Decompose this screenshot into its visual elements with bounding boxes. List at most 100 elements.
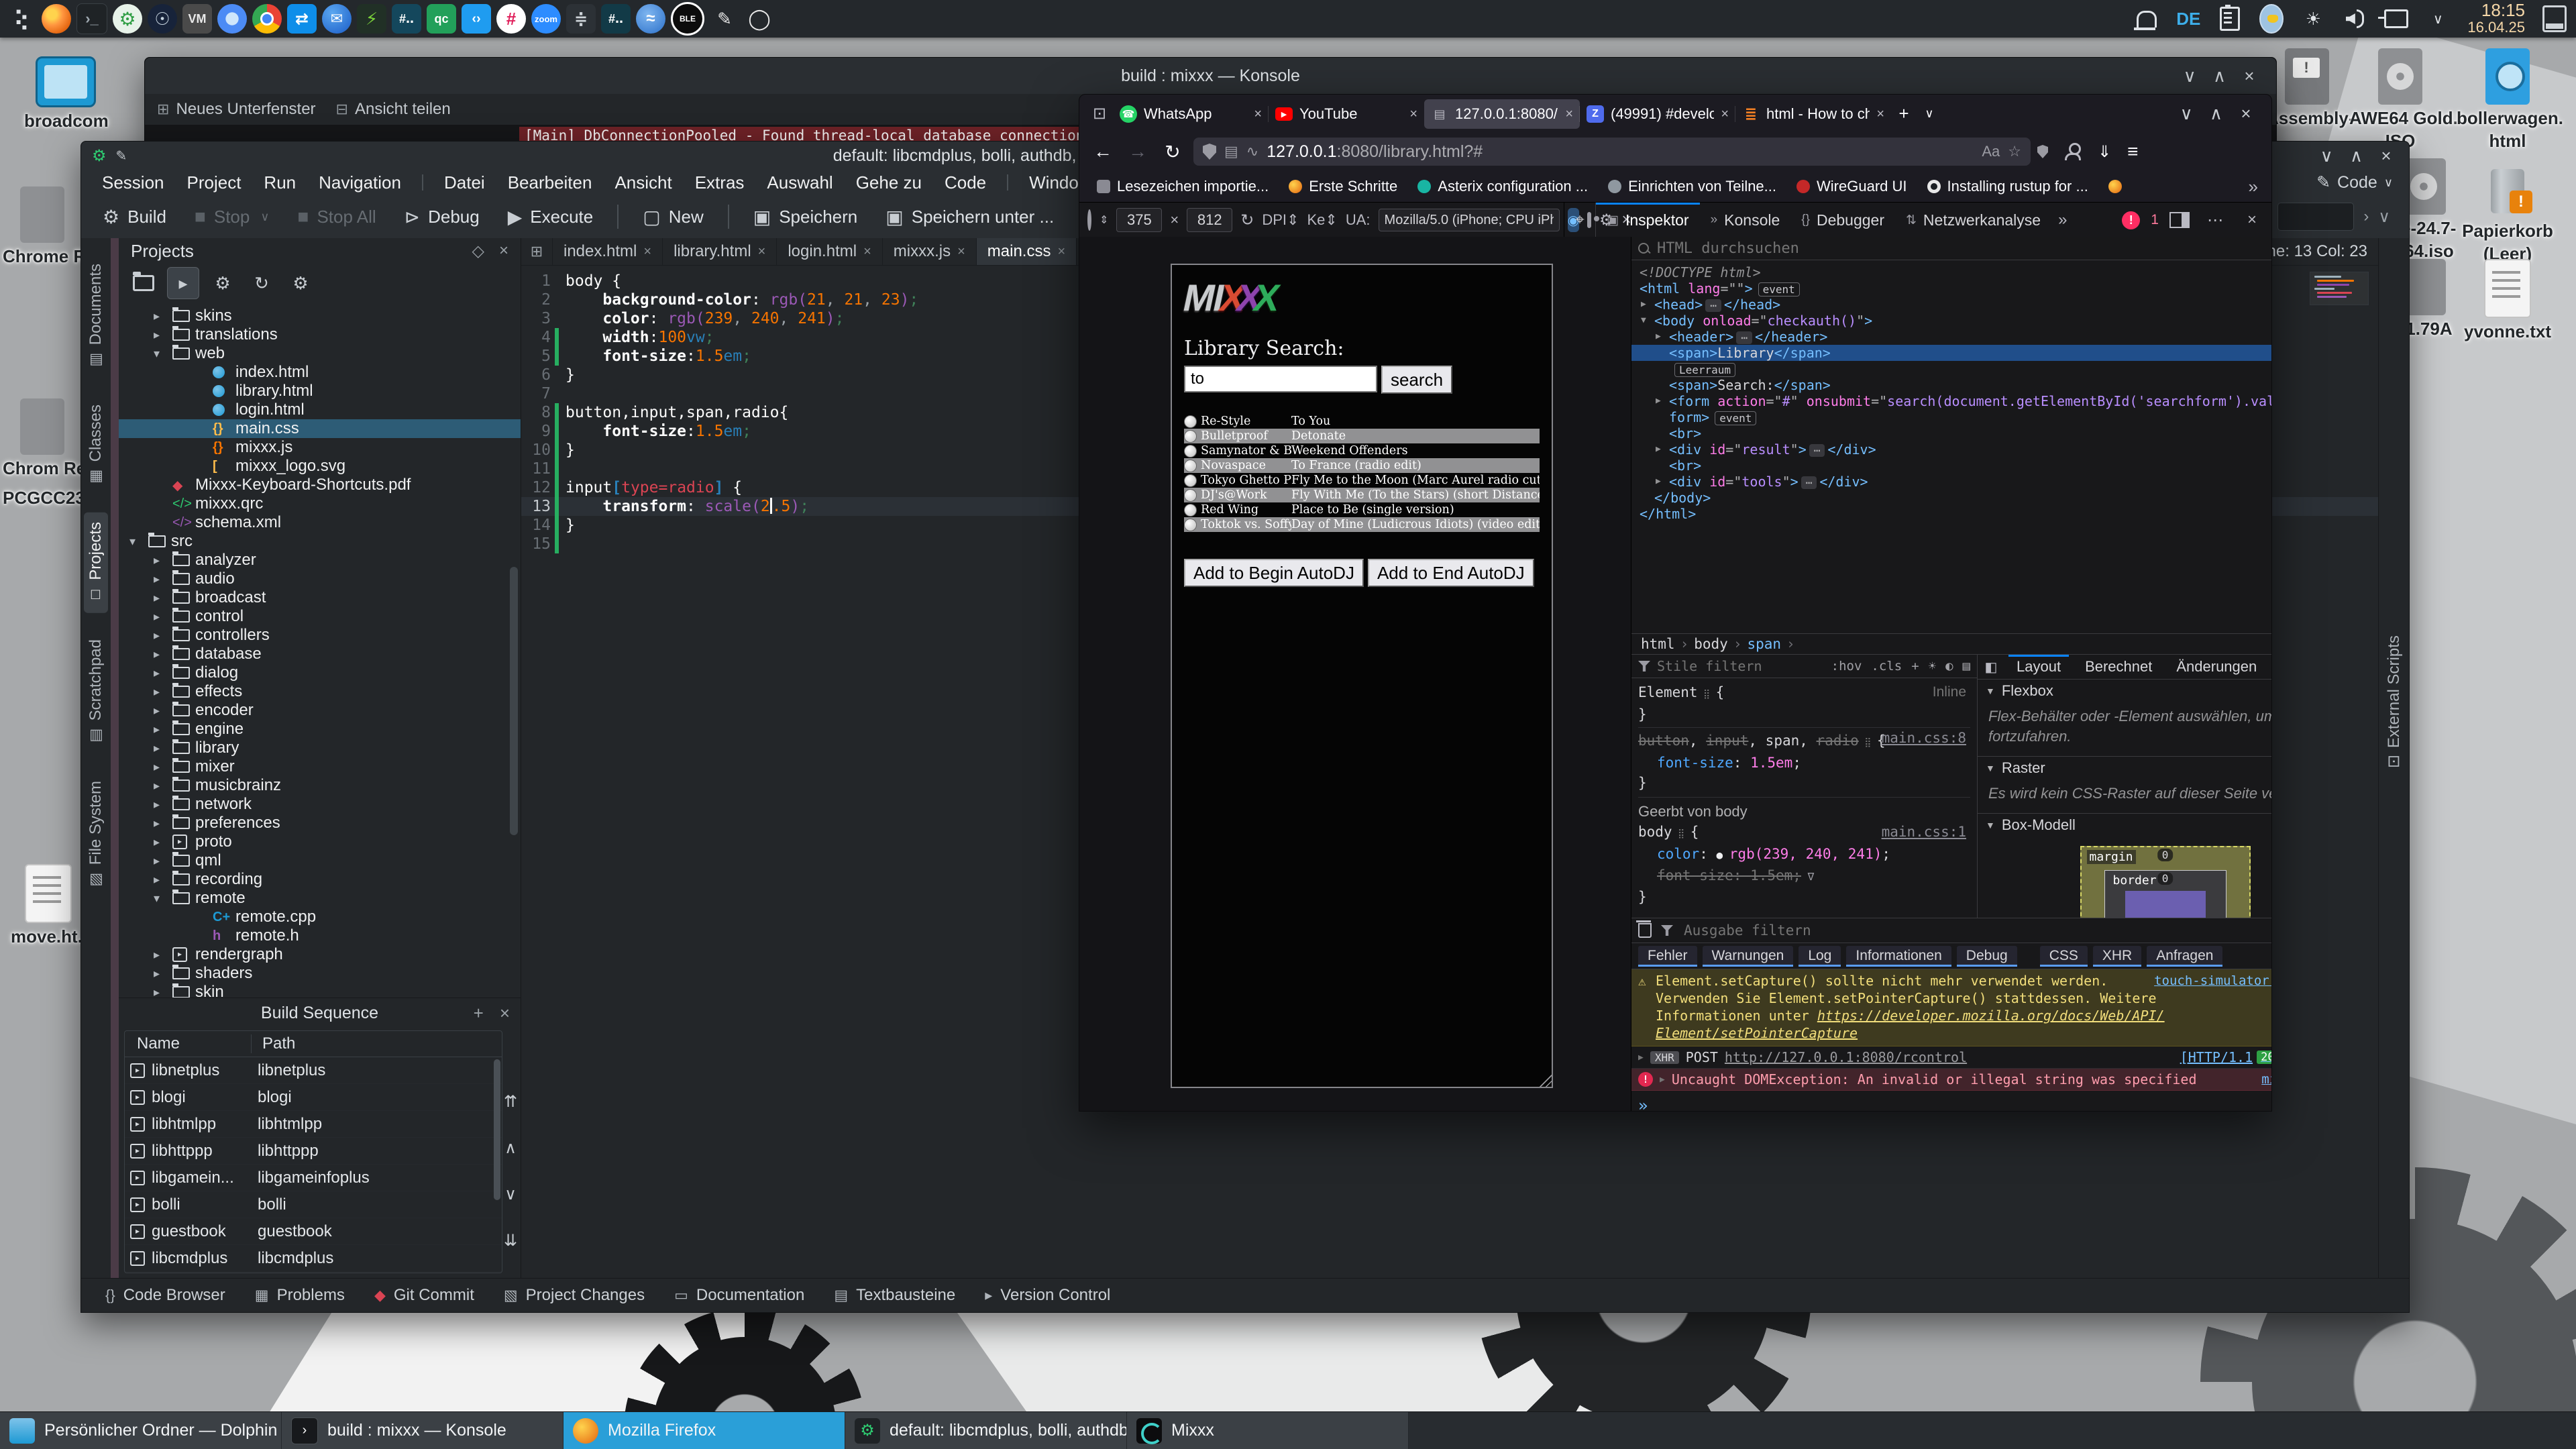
maximize-icon[interactable]: ∧	[2203, 103, 2230, 124]
desktop-icon-image[interactable]	[2485, 48, 2530, 105]
track-radio[interactable]	[1184, 474, 1197, 487]
dom-node[interactable]: <span>Search:</span>	[1631, 377, 2271, 393]
print-media-icon[interactable]: ▤	[1963, 659, 1970, 674]
statusbar-tool-button[interactable]: {} Code Browser	[105, 1286, 225, 1305]
track-row[interactable]: Bulletproof Detonate	[1184, 429, 1540, 443]
close-panel-icon[interactable]: ×	[500, 1003, 510, 1024]
build-sequence-row[interactable]: libhttppp libhttppp	[125, 1138, 502, 1165]
menu-item[interactable]	[1007, 174, 1008, 191]
sidebar-tab[interactable]: Berechnet	[2073, 655, 2164, 679]
next-icon[interactable]: ›	[2363, 207, 2369, 226]
css-rule-line[interactable]: Geerbt von body	[1638, 797, 1970, 822]
tab-list-icon[interactable]: ∨	[1917, 107, 1942, 121]
project-tree-item[interactable]: ▸ proto	[119, 833, 521, 851]
minimize-icon[interactable]: ∨	[2176, 66, 2203, 87]
minimize-icon[interactable]: ∨	[2173, 103, 2200, 124]
editor-tab[interactable]: mixxx.js ×	[883, 238, 977, 265]
toolbar-button[interactable]	[728, 205, 729, 229]
dom-node[interactable]: </html>	[1631, 506, 2271, 522]
error-count-badge[interactable]: !	[2122, 211, 2140, 229]
tree-expander-icon[interactable]: ▸	[154, 666, 172, 680]
tree-expander-icon[interactable]: ▸	[154, 647, 172, 661]
warning-source-link[interactable]: touch-simulator.js:216:20	[2154, 972, 2271, 989]
browser-tab[interactable]: ☎ WhatsApp ×	[1113, 99, 1269, 129]
panel-app-icon[interactable]: BLE	[671, 2, 704, 36]
dark-theme-icon[interactable]: ◐	[1945, 659, 1953, 674]
tree-expander-icon[interactable]: ▾	[154, 347, 172, 361]
devtools-tab[interactable]: {} Debugger	[1790, 203, 1895, 237]
bookmark-item[interactable]	[2108, 180, 2129, 193]
console-filter-button[interactable]: Warnungen	[1703, 946, 1794, 967]
browser-tab[interactable]: ≣ html - How to chan ×	[1735, 99, 1891, 129]
tree-expander-icon[interactable]: ▸	[154, 591, 172, 605]
browser-tab[interactable]: Z (49991) #developm ×	[1580, 99, 1735, 129]
xhr-url-link[interactable]: http://127.0.0.1:8080/rcontrol	[1725, 1049, 1967, 1065]
taskbar-item[interactable]: Mixxx	[1127, 1412, 1409, 1449]
console-filter-button[interactable]: Log	[1799, 946, 1841, 967]
panel-app-icon[interactable]	[42, 4, 71, 34]
device-selector-icon[interactable]	[1087, 209, 1091, 231]
tree-expander-icon[interactable]: ▸	[154, 760, 172, 774]
taskbar-item[interactable]: ⚙ default: libcmdplus, bolli, authdb, ..…	[845, 1412, 1127, 1449]
dom-node[interactable]: <br>	[1631, 425, 2271, 441]
menu-item[interactable]: Auswahl	[755, 172, 844, 193]
browser-tab[interactable]: ▤ 127.0.0.1:8080/library. ×	[1424, 99, 1580, 129]
project-tree-item[interactable]: ▸ control	[119, 607, 521, 626]
editor-tab[interactable]: library.html ×	[663, 238, 777, 265]
device-stepper-icon[interactable]: ⇕	[1099, 213, 1108, 227]
back-icon[interactable]: ←	[1089, 141, 1117, 162]
project-settings-button[interactable]: ⚙	[207, 268, 238, 299]
breadcrumb-item[interactable]: html	[1641, 636, 1675, 652]
firefox-view-icon[interactable]: ⊡	[1086, 100, 1113, 127]
project-tree-item[interactable]: ▸ controllers	[119, 626, 521, 645]
console-filter-button[interactable]: Debug	[1957, 946, 2017, 967]
desktop-icon[interactable]: move.ht...	[11, 864, 86, 950]
tree-expander-icon[interactable]: ▸	[154, 873, 172, 887]
menu-item[interactable]: Ansicht	[603, 172, 683, 193]
console-filter-button[interactable]: CSS	[2040, 946, 2088, 967]
working-set-label[interactable]: Code	[2337, 173, 2377, 193]
close-tab-icon[interactable]: ×	[1409, 107, 1417, 122]
project-tree-item[interactable]: ▸ analyzer	[119, 551, 521, 570]
project-tree-item[interactable]: remote.cpp	[119, 908, 521, 926]
dom-node[interactable]: ▼ <body onload="checkauth()">	[1631, 313, 2271, 329]
toolbar-button[interactable]: Execute	[496, 201, 606, 233]
toolbar-button[interactable]: Speichern unter ...	[873, 201, 1066, 233]
desktop-icon-image[interactable]	[20, 398, 64, 455]
console-input[interactable]: »	[1631, 1091, 2271, 1111]
dock-tab[interactable]: ▤ Documents	[84, 254, 108, 378]
menu-item[interactable]	[422, 174, 423, 191]
error-source-link[interactable]: mixxx.js:80	[2261, 1072, 2271, 1087]
move-down-icon[interactable]: ∨	[502, 1185, 519, 1204]
column-header-path[interactable]: Path	[252, 1034, 295, 1053]
keyboard-layout-indicator[interactable]: DE	[2176, 9, 2200, 30]
dock-splitter[interactable]	[111, 238, 119, 1279]
project-tree-item[interactable]: ▸ dialog	[119, 663, 521, 682]
project-tree-item[interactable]: ▸ encoder	[119, 701, 521, 720]
dock-tab[interactable]: ▥ Scratchpad	[84, 630, 108, 753]
css-rule-line[interactable]: body ⣿ { main.css:1	[1638, 822, 1970, 844]
chevron-down-icon[interactable]: ∨	[2378, 207, 2390, 227]
project-build-settings-button[interactable]: ⚙	[285, 268, 316, 299]
panel-app-icon[interactable]: ›_	[76, 3, 107, 34]
project-tree-item[interactable]: main.css	[119, 419, 521, 438]
project-tree-item[interactable]: ▸ musicbrainz	[119, 776, 521, 795]
menu-item[interactable]: Extras	[684, 172, 756, 193]
close-tab-icon[interactable]: ×	[957, 244, 965, 260]
track-row[interactable]: Tokyo Ghetto Pussy Fly Me to the Moon (M…	[1184, 473, 1540, 488]
track-row[interactable]: Toktok vs. Soffy O. Day of Mine (Ludicro…	[1184, 517, 1540, 532]
sidebar-tab[interactable]: Änderungen	[2164, 655, 2269, 679]
bookmarks-overflow-icon[interactable]: »	[2249, 176, 2271, 197]
breadcrumb-item[interactable]: span	[1747, 636, 1781, 652]
panel-app-icon[interactable]: #	[496, 4, 526, 34]
move-bottom-icon[interactable]: ⇊	[502, 1231, 519, 1250]
close-tab-icon[interactable]: ×	[1565, 107, 1573, 122]
track-row[interactable]: Re-Style To You	[1184, 414, 1540, 429]
console-filter-button[interactable]: Fehler	[1638, 946, 1697, 967]
menu-item[interactable]: Project	[176, 172, 253, 193]
pin-icon[interactable]: ✎	[116, 148, 127, 164]
console-filter-button[interactable]: Anfragen	[2147, 946, 2222, 967]
desktop-icon-image[interactable]	[36, 56, 96, 107]
taskbar-item[interactable]: › build : mixxx — Konsole	[282, 1412, 564, 1449]
taskbar-item[interactable]: Mozilla Firefox	[564, 1412, 845, 1449]
